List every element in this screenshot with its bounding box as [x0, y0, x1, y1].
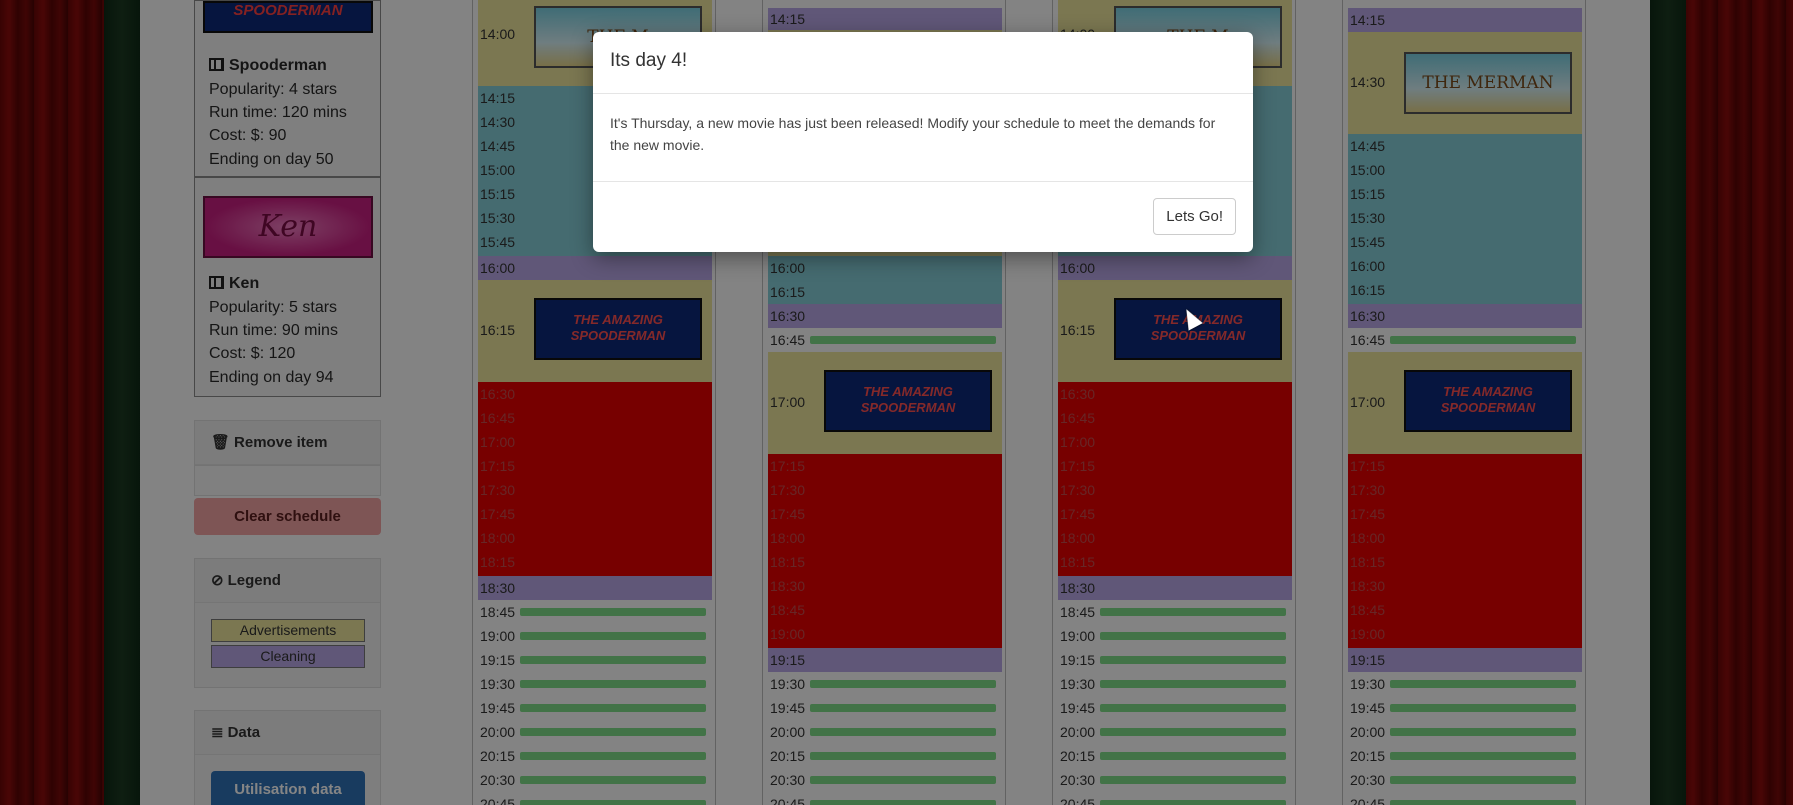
- lets-go-button[interactable]: Lets Go!: [1153, 198, 1236, 235]
- modal-footer: Lets Go!: [593, 182, 1253, 252]
- day-modal: Its day 4! It's Thursday, a new movie ha…: [593, 32, 1253, 252]
- modal-title: Its day 4!: [593, 32, 1253, 94]
- modal-body: It's Thursday, a new movie has just been…: [593, 94, 1253, 182]
